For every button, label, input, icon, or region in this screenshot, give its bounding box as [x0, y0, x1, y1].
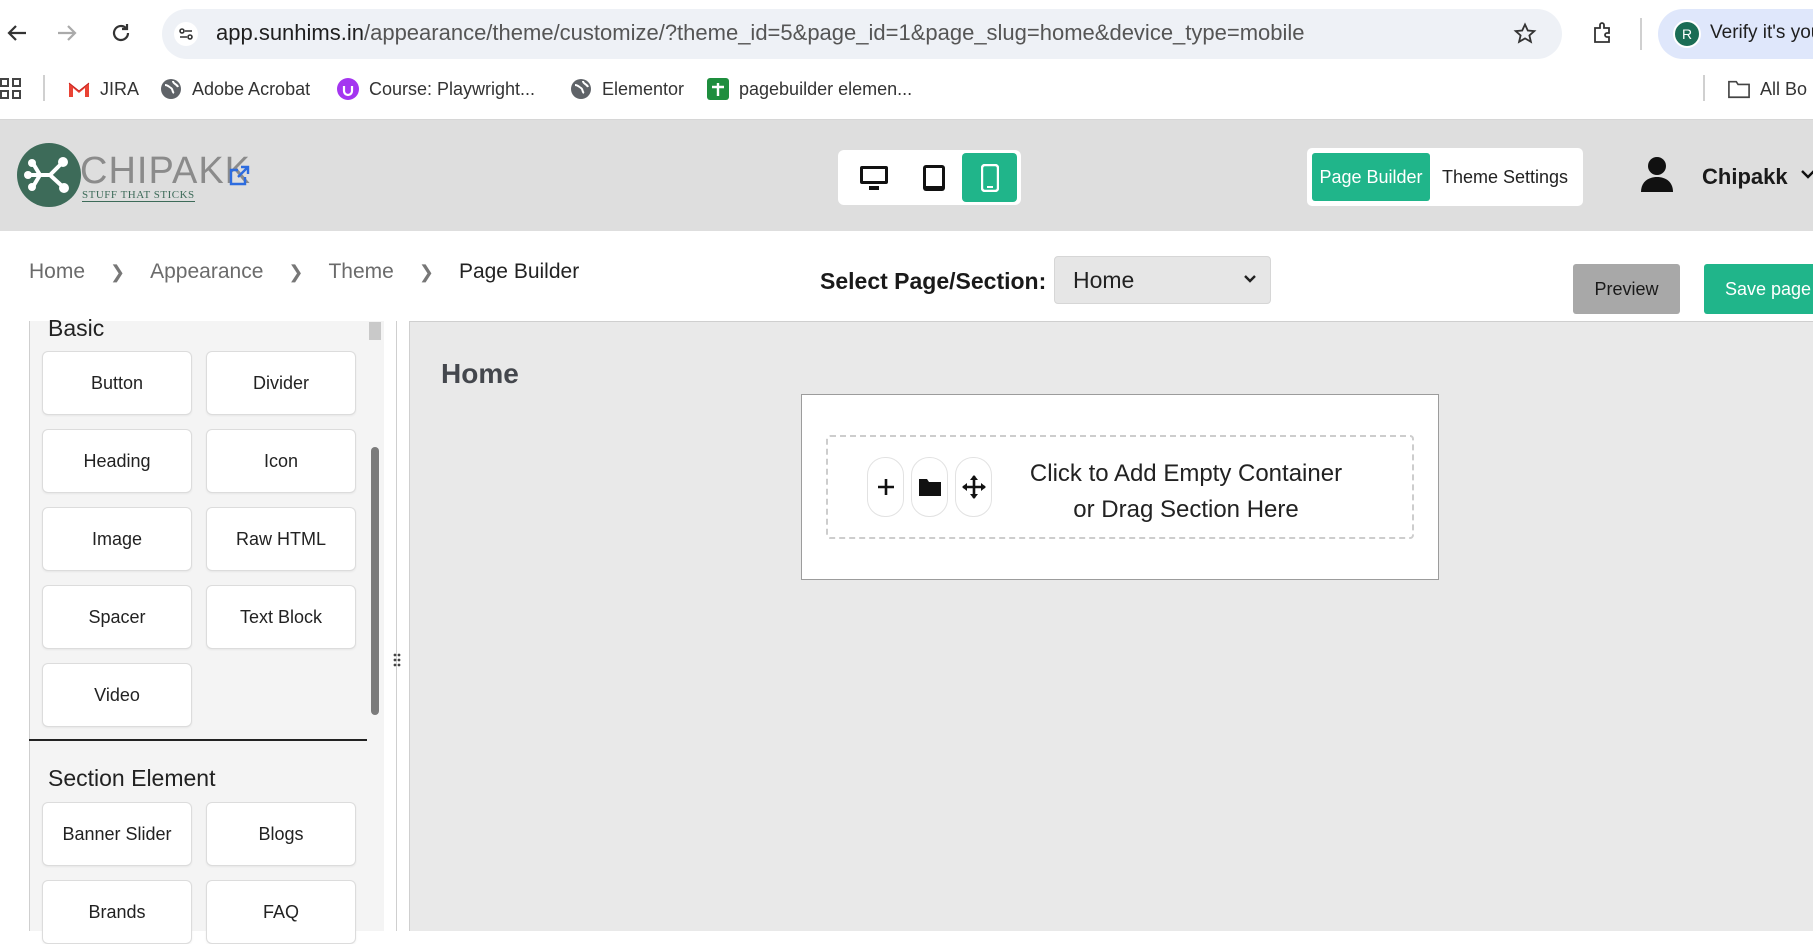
drag-handle-icon [393, 653, 401, 667]
reload-icon [112, 24, 130, 42]
bookmark-label: pagebuilder elemen... [739, 78, 913, 99]
widget-heading[interactable]: Heading [42, 429, 192, 493]
all-bookmarks[interactable]: All Bo [1728, 76, 1807, 102]
chevron-right-icon: ❯ [288, 261, 304, 282]
user-avatar-icon[interactable] [1640, 156, 1674, 197]
all-bookmarks-label: All Bo [1760, 78, 1808, 99]
url-path: /appearance/theme/customize/?theme_id=5&… [363, 20, 1305, 45]
sheets-icon [707, 78, 729, 100]
scroll-up-arrow[interactable] [369, 322, 381, 340]
basic-group-title: Basic [48, 315, 105, 341]
open-external-icon[interactable] [227, 164, 251, 193]
dropzone-text: Click to Add Empty Container or Drag Sec… [1010, 456, 1362, 528]
bookmark-jira[interactable]: JIRA [68, 76, 139, 102]
panel-resize-line [396, 321, 397, 931]
bookmark-label: Course: Playwright... [369, 78, 536, 99]
breadcrumb-appearance[interactable]: Appearance [150, 260, 263, 284]
move-section-button[interactable] [955, 457, 992, 517]
plus-icon [877, 479, 894, 495]
bookmark-star-icon[interactable] [1513, 22, 1537, 51]
widget-spacer[interactable]: Spacer [42, 585, 192, 649]
widget-banner-slider[interactable]: Banner Slider [42, 802, 192, 866]
widget-image[interactable]: Image [42, 507, 192, 571]
widget-video[interactable]: Video [42, 663, 192, 727]
add-container-button[interactable] [867, 457, 904, 517]
widget-faq[interactable]: FAQ [206, 880, 356, 944]
widget-divider[interactable]: Divider [206, 351, 356, 415]
widget-raw-html[interactable]: Raw HTML [206, 507, 356, 571]
dropzone-line-2: or Drag Section Here [1073, 496, 1299, 523]
page-builder-tab[interactable]: Page Builder [1312, 153, 1430, 201]
page-select-value: Home [1073, 266, 1135, 293]
bookmark-divider [43, 75, 45, 101]
mobile-icon [980, 163, 999, 192]
folder-icon [918, 479, 941, 496]
chevron-right-icon: ❯ [110, 261, 126, 282]
site-info-icon[interactable] [174, 22, 198, 51]
back-arrow-icon [7, 25, 26, 41]
toolbar-divider [1640, 18, 1642, 50]
widget-brands[interactable]: Brands [42, 880, 192, 944]
widget-icon[interactable]: Icon [206, 429, 356, 493]
desktop-icon [859, 165, 888, 190]
widget-blogs[interactable]: Blogs [206, 802, 356, 866]
tablet-icon [922, 164, 945, 191]
dropzone-line-1: Click to Add Empty Container [1029, 460, 1343, 487]
select-page-label: Select Page/Section: [820, 268, 1047, 294]
widget-text-block[interactable]: Text Block [206, 585, 356, 649]
sidebar-divider [29, 739, 369, 741]
forward-button[interactable] [50, 16, 84, 50]
profile-chip-label: Verify it's you [1710, 22, 1813, 43]
bookmark-pagebuilder[interactable]: pagebuilder elemen... [707, 76, 912, 102]
widget-button[interactable]: Button [42, 351, 192, 415]
mobile-view-button[interactable] [962, 153, 1017, 202]
tablet-view-button[interactable] [906, 153, 961, 202]
breadcrumb: Home ❯ Appearance ❯ Theme ❯ Page Builder [29, 260, 579, 284]
chevron-down-icon[interactable] [1800, 168, 1813, 186]
brand-tagline: STUFF THAT STICKS [82, 189, 195, 202]
brand-logo[interactable] [16, 142, 82, 213]
chevron-down-icon [1244, 275, 1256, 283]
chevron-right-icon: ❯ [418, 261, 434, 282]
page-select[interactable]: Home [1054, 256, 1271, 304]
move-arrows-icon [961, 475, 986, 499]
sidebar-scroll-thumb[interactable] [371, 447, 379, 715]
preview-button[interactable]: Preview [1573, 264, 1680, 314]
extensions-icon[interactable] [1590, 20, 1616, 51]
bookmark-label: Elementor [602, 78, 685, 99]
bookmark-adobe-acrobat[interactable]: Adobe Acrobat [160, 76, 310, 102]
desktop-view-button[interactable] [846, 153, 901, 202]
bookmark-label: JIRA [100, 78, 140, 99]
add-from-library-button[interactable] [911, 457, 948, 517]
globe-icon [570, 78, 592, 100]
theme-settings-tab[interactable]: Theme Settings [1432, 153, 1578, 201]
breadcrumb-current: Page Builder [458, 260, 580, 283]
section-element-title: Section Element [48, 765, 216, 791]
back-button[interactable] [0, 16, 34, 50]
bookmark-elementor[interactable]: Elementor [570, 76, 684, 102]
save-page-button[interactable]: Save page [1704, 264, 1813, 314]
user-name[interactable]: Chipakk [1702, 164, 1788, 190]
breadcrumb-theme[interactable]: Theme [328, 260, 393, 284]
globe-icon [160, 78, 182, 100]
forward-arrow-icon [58, 25, 77, 41]
bookmark-course-playwright[interactable]: Course: Playwright... [337, 76, 535, 102]
reload-button[interactable] [104, 16, 138, 50]
breadcrumb-home[interactable]: Home [29, 260, 85, 284]
udemy-icon [337, 78, 359, 100]
resize-handle[interactable] [391, 650, 403, 670]
bookmark-label: Adobe Acrobat [192, 78, 311, 99]
apps-grid-icon[interactable] [0, 78, 22, 105]
canvas-page-title: Home [441, 358, 519, 389]
profile-avatar: R [1673, 20, 1701, 48]
url-text: app.sunhims.in/appearance/theme/customiz… [216, 20, 1305, 46]
folder-icon [1728, 78, 1750, 100]
gmail-icon [68, 78, 90, 100]
brand-name: CHIPAKK [80, 150, 252, 192]
url-host: app.sunhims.in [216, 20, 364, 45]
bookmark-divider [1703, 75, 1705, 101]
chipakk-logo-icon [17, 143, 81, 207]
